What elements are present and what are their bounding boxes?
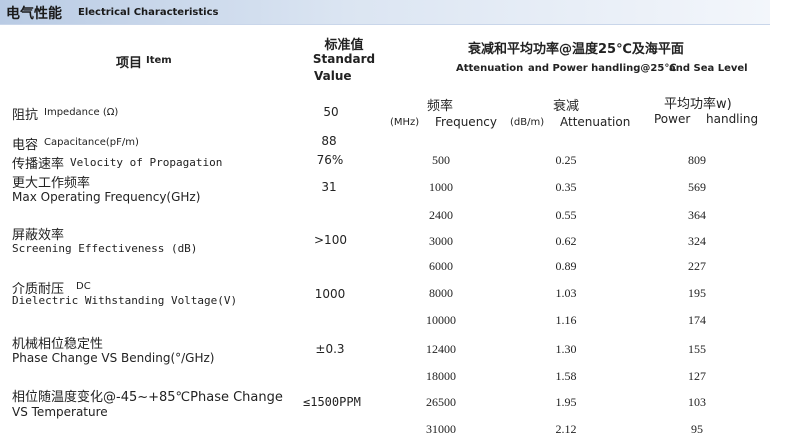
std-value-phase-temperature: ≤1500PPM xyxy=(303,395,361,409)
power-cell: 364 xyxy=(688,208,706,222)
power-header-en1: Power xyxy=(654,112,691,126)
std-value-impedance: 50 xyxy=(323,105,339,119)
att-header-zh: 衰减 xyxy=(553,99,580,114)
att-unit: (dB/m) xyxy=(510,117,545,128)
std-value-max-frequency: 31 xyxy=(321,180,337,194)
item-zh-phase-bending: 机械相位稳定性 xyxy=(12,337,104,352)
item-zh-phase-temperature: 相位随温度变化@-45~+85℃Phase Change xyxy=(12,390,283,405)
freq-cell: 10000 xyxy=(426,313,456,327)
section-title-zh: 电气性能 xyxy=(6,6,62,22)
freq-cell: 31000 xyxy=(426,422,456,436)
att-cell: 0.62 xyxy=(555,234,577,248)
power-header-zh: 平均功率w) xyxy=(664,97,732,112)
freq-cell: 12400 xyxy=(426,342,456,356)
item-en-screening: Screening Effectiveness (dB) xyxy=(12,242,198,255)
std-header-en2: Value xyxy=(314,69,352,83)
item-zh-dielectric-dc: DC xyxy=(76,281,91,292)
item-zh-screening: 屏蔽效率 xyxy=(12,228,65,243)
item-header-en: Item xyxy=(146,55,172,66)
power-cell: 569 xyxy=(688,180,706,194)
item-en-velocity: Velocity of Propagation xyxy=(70,156,223,169)
freq-header-zh: 频率 xyxy=(427,99,454,114)
section-title-en: Electrical Characteristics xyxy=(78,7,219,18)
power-cell: 174 xyxy=(688,313,706,327)
item-header-zh: 项目 xyxy=(116,56,143,71)
freq-unit: (MHz) xyxy=(390,117,420,128)
power-cell: 95 xyxy=(691,422,703,436)
std-value-capacitance: 88 xyxy=(321,134,337,148)
freq-cell: 8000 xyxy=(429,286,453,300)
freq-cell: 3000 xyxy=(429,234,453,248)
att-cell: 2.12 xyxy=(555,422,577,436)
att-header-en: Attenuation xyxy=(560,115,631,129)
item-en-capacitance: Capacitance(pF/m) xyxy=(44,137,139,148)
att-cell: 1.30 xyxy=(555,342,577,356)
freq-header-en: Frequency xyxy=(435,115,497,129)
power-cell: 227 xyxy=(688,259,706,273)
power-header-en2: handling xyxy=(706,112,759,126)
std-value-dielectric: 1000 xyxy=(314,287,346,301)
att-cell: 0.25 xyxy=(555,153,577,167)
power-cell: 103 xyxy=(688,395,706,409)
att-cell: 0.55 xyxy=(555,208,577,222)
att-cell: 1.95 xyxy=(555,395,577,409)
att-cell: 1.16 xyxy=(555,313,577,327)
atten-header-en-a: Attenuation xyxy=(456,63,524,74)
item-en-impedance: Impedance (Ω) xyxy=(44,107,119,118)
atten-header-en-c: and Sea Level xyxy=(669,63,748,74)
att-cell: 1.58 xyxy=(555,369,577,383)
freq-cell: 2400 xyxy=(429,208,453,222)
power-cell: 155 xyxy=(688,342,706,356)
atten-header-en-b: and Power handling@25℃ xyxy=(528,63,677,74)
power-cell: 809 xyxy=(688,153,706,167)
item-zh-capacitance: 电容 xyxy=(12,138,39,153)
power-cell: 195 xyxy=(688,286,706,300)
att-cell: 0.35 xyxy=(555,180,577,194)
item-en-max-frequency: Max Operating Frequency(GHz) xyxy=(12,190,201,204)
att-cell: 1.03 xyxy=(555,286,577,300)
power-cell: 127 xyxy=(688,369,706,383)
freq-cell: 6000 xyxy=(429,259,453,273)
item-zh-max-frequency: 更大工作频率 xyxy=(12,176,91,191)
att-cell: 0.89 xyxy=(555,259,577,273)
std-value-phase-bending: ±0.3 xyxy=(315,342,345,356)
item-en-dielectric: Dielectric Withstanding Voltage(V) xyxy=(12,294,238,307)
atten-header-zh: 衰减和平均功率@温度25℃及海平面 xyxy=(468,42,684,57)
item-zh-velocity: 传播速率 xyxy=(12,157,65,172)
item-zh-impedance: 阻抗 xyxy=(12,108,39,123)
item-en-phase-temperature: VS Temperature xyxy=(12,405,108,419)
freq-cell: 500 xyxy=(432,153,450,167)
std-header-zh: 标准值 xyxy=(324,38,364,53)
item-en-phase-bending: Phase Change VS Bending(°/GHz) xyxy=(12,351,215,365)
freq-cell: 1000 xyxy=(429,180,453,194)
freq-cell: 26500 xyxy=(426,395,456,409)
std-value-screening: >100 xyxy=(314,233,347,247)
std-header-en1: Standard xyxy=(312,52,376,66)
std-value-velocity: 76% xyxy=(316,153,344,167)
freq-cell: 18000 xyxy=(426,369,456,383)
power-cell: 324 xyxy=(688,234,706,248)
